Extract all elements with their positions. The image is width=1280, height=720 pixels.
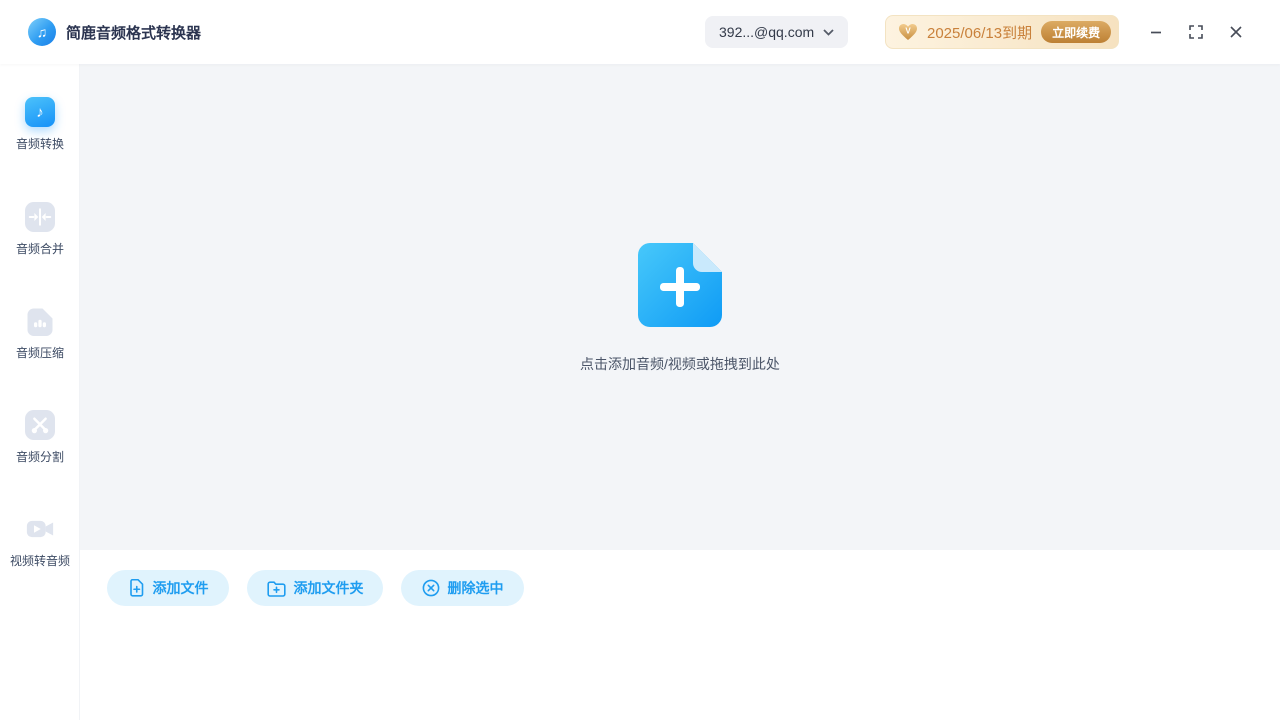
scissors-icon xyxy=(25,410,55,440)
add-file-icon xyxy=(128,579,145,597)
fullscreen-icon xyxy=(1189,25,1203,39)
sidebar-item-label: 视频转音频 xyxy=(0,552,80,569)
file-dropzone[interactable]: 点击添加音频/视频或拖拽到此处 xyxy=(80,64,1280,550)
sidebar-item-label: 音频合并 xyxy=(0,240,80,257)
add-file-label: 添加文件 xyxy=(153,578,209,598)
minimize-button[interactable] xyxy=(1142,18,1170,46)
music-note-icon: ♪ xyxy=(25,97,55,127)
sidebar-item-label: 音频转换 xyxy=(0,135,80,152)
renew-now-button[interactable]: 立即续费 xyxy=(1041,21,1111,43)
compress-file-icon xyxy=(25,306,55,336)
account-email: 392...@qq.com xyxy=(719,24,814,40)
content-area: 点击添加音频/视频或拖拽到此处 xyxy=(80,64,1280,550)
logo-note-glyph: ♫ xyxy=(37,24,48,40)
chevron-down-icon xyxy=(823,29,834,36)
note-glyph: ♪ xyxy=(36,104,44,121)
vip-expiry-text: 2025/06/13到期 xyxy=(927,22,1032,43)
delete-selected-button[interactable]: 删除选中 xyxy=(401,570,524,606)
dropzone-hint: 点击添加音频/视频或拖拽到此处 xyxy=(80,354,1280,374)
sidebar-item-audio-compress[interactable]: 音频压缩 xyxy=(0,306,80,361)
add-folder-button[interactable]: 添加文件夹 xyxy=(247,570,383,606)
sidebar-item-audio-merge[interactable]: 音频合并 xyxy=(0,202,80,257)
close-icon xyxy=(1229,25,1243,39)
add-folder-label: 添加文件夹 xyxy=(294,578,364,598)
vip-status-banner: V 2025/06/13到期 立即续费 xyxy=(885,15,1119,49)
delete-circle-icon xyxy=(422,579,440,597)
delete-selected-label: 删除选中 xyxy=(448,578,504,598)
maximize-button[interactable] xyxy=(1182,18,1210,46)
minimize-icon xyxy=(1149,25,1163,39)
merge-arrows-icon xyxy=(25,202,55,232)
sidebar-item-audio-convert[interactable]: ♪ 音频转换 xyxy=(0,97,80,152)
close-button[interactable] xyxy=(1222,18,1250,46)
app-logo-icon: ♫ xyxy=(28,18,56,46)
sidebar-item-audio-split[interactable]: 音频分割 xyxy=(0,410,80,465)
sidebar-item-label: 音频分割 xyxy=(0,448,80,465)
account-dropdown[interactable]: 392...@qq.com xyxy=(705,16,848,48)
bottom-panel: 添加文件 添加文件夹 删除选中 格式 MP3 采样率 与源音频一致 音量 100 xyxy=(0,550,1280,720)
video-camera-icon xyxy=(25,514,55,544)
vip-heart-icon: V xyxy=(898,23,918,41)
sidebar: ♪ 音频转换 音频合并 音频压缩 音频分割 xyxy=(0,64,80,720)
sidebar-item-video-to-audio[interactable]: 视频转音频 xyxy=(0,514,80,569)
add-file-button[interactable]: 添加文件 xyxy=(107,570,229,606)
add-folder-icon xyxy=(267,580,286,597)
app-title: 简鹿音频格式转换器 xyxy=(66,0,201,64)
sidebar-item-label: 音频压缩 xyxy=(0,344,80,361)
add-file-big-icon xyxy=(636,241,724,329)
vip-letter: V xyxy=(905,27,911,36)
title-bar: ♫ 简鹿音频格式转换器 392...@qq.com V 2025/06/13到期… xyxy=(0,0,1280,64)
